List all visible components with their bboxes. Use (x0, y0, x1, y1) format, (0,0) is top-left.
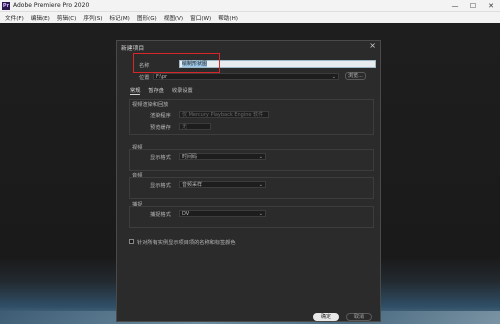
renderer-value: 仅 Mercury Playback Engine 软件 (182, 112, 264, 118)
new-project-dialog: 新建项目 × 名称 绘制形状图 位置 F:\pr ⌄ 浏览... 常规 暂存盘 … (116, 40, 381, 322)
location-select[interactable]: F:\pr ⌄ (153, 73, 339, 80)
menu-view[interactable]: 视图(V) (164, 14, 183, 22)
chevron-down-icon: ⌄ (331, 74, 336, 80)
ok-button[interactable]: 确定 (313, 313, 339, 321)
menu-sequence[interactable]: 序列(S) (83, 14, 102, 22)
browse-button[interactable]: 浏览... (345, 72, 366, 80)
maximize-icon[interactable]: ☐ (464, 0, 482, 11)
preview-cache-value: 无 (182, 124, 188, 130)
chevron-down-icon: ⌄ (258, 182, 263, 188)
menu-window[interactable]: 窗口(W) (190, 14, 211, 22)
dialog-title: 新建项目 (121, 46, 145, 52)
menu-bar: 文件(F) 编辑(E) 剪辑(C) 序列(S) 标记(M) 图形(G) 视图(V… (0, 11, 500, 23)
menu-file[interactable]: 文件(F) (5, 14, 24, 22)
close-icon[interactable]: × (369, 41, 376, 50)
tab-ingest-settings[interactable]: 收录设置 (172, 87, 193, 95)
location-value: F:\pr (156, 74, 168, 80)
menu-clip[interactable]: 剪辑(C) (57, 14, 76, 22)
window-controls: — ☐ ✕ (446, 0, 500, 11)
tab-general[interactable]: 常规 (130, 87, 141, 95)
close-icon[interactable]: ✕ (482, 0, 500, 11)
minimize-icon[interactable]: — (446, 0, 464, 11)
dialog-tabs: 常规 暂存盘 收录设置 (130, 87, 193, 95)
video-format-select[interactable]: 时间码 ⌄ (179, 153, 266, 160)
audio-format-value: 音频采样 (182, 182, 203, 188)
capture-format-label: 捕捉格式 (150, 212, 171, 218)
menu-graphics[interactable]: 图形(G) (137, 14, 157, 22)
location-label: 位置 (139, 75, 150, 81)
cancel-button[interactable]: 取消 (346, 313, 372, 321)
video-format-label: 显示格式 (150, 155, 171, 161)
audio-format-select[interactable]: 音频采样 ⌄ (179, 181, 266, 188)
tab-scratch-disks[interactable]: 暂存盘 (148, 87, 164, 95)
preview-cache-label: 预览缓存 (150, 125, 171, 131)
show-labels-checkbox-label: 针对所有实例显示项目项的名称和标签颜色 (137, 240, 236, 246)
chevron-down-icon: ⌄ (258, 154, 263, 160)
renderer-select[interactable]: 仅 Mercury Playback Engine 软件 (179, 111, 269, 118)
renderer-label: 渲染程序 (150, 113, 171, 119)
menu-markers[interactable]: 标记(M) (109, 14, 129, 22)
audio-format-label: 显示格式 (150, 183, 171, 189)
capture-format-value: DV (182, 211, 190, 217)
capture-format-select[interactable]: DV ⌄ (179, 210, 266, 217)
premiere-logo-icon: Pr (2, 1, 10, 10)
app-title: Adobe Premiere Pro 2020 (13, 2, 90, 9)
preview-cache-select[interactable]: 无 (179, 123, 211, 130)
menu-help[interactable]: 帮助(H) (218, 14, 238, 22)
highlight-box (133, 53, 220, 73)
title-bar: Pr Adobe Premiere Pro 2020 — ☐ ✕ (0, 0, 500, 11)
show-labels-checkbox[interactable] (129, 239, 134, 244)
video-format-value: 时间码 (182, 154, 198, 160)
menu-edit[interactable]: 编辑(E) (31, 14, 50, 22)
chevron-down-icon: ⌄ (258, 211, 263, 217)
video-rendering-heading: 视频渲染和回放 (132, 102, 169, 108)
